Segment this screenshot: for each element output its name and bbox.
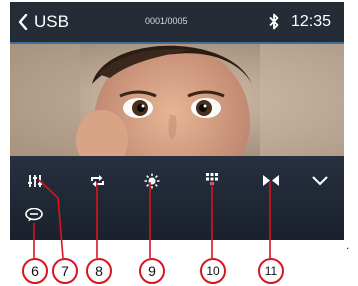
callout-9: 9 [139,258,165,284]
callout-6: 6 [22,258,48,284]
callout-8: 8 [86,258,112,284]
callout-11: 11 [258,258,284,284]
callout-10: 10 [200,258,226,284]
callout-7: 7 [52,258,78,284]
callout-leader-lines [33,179,271,259]
